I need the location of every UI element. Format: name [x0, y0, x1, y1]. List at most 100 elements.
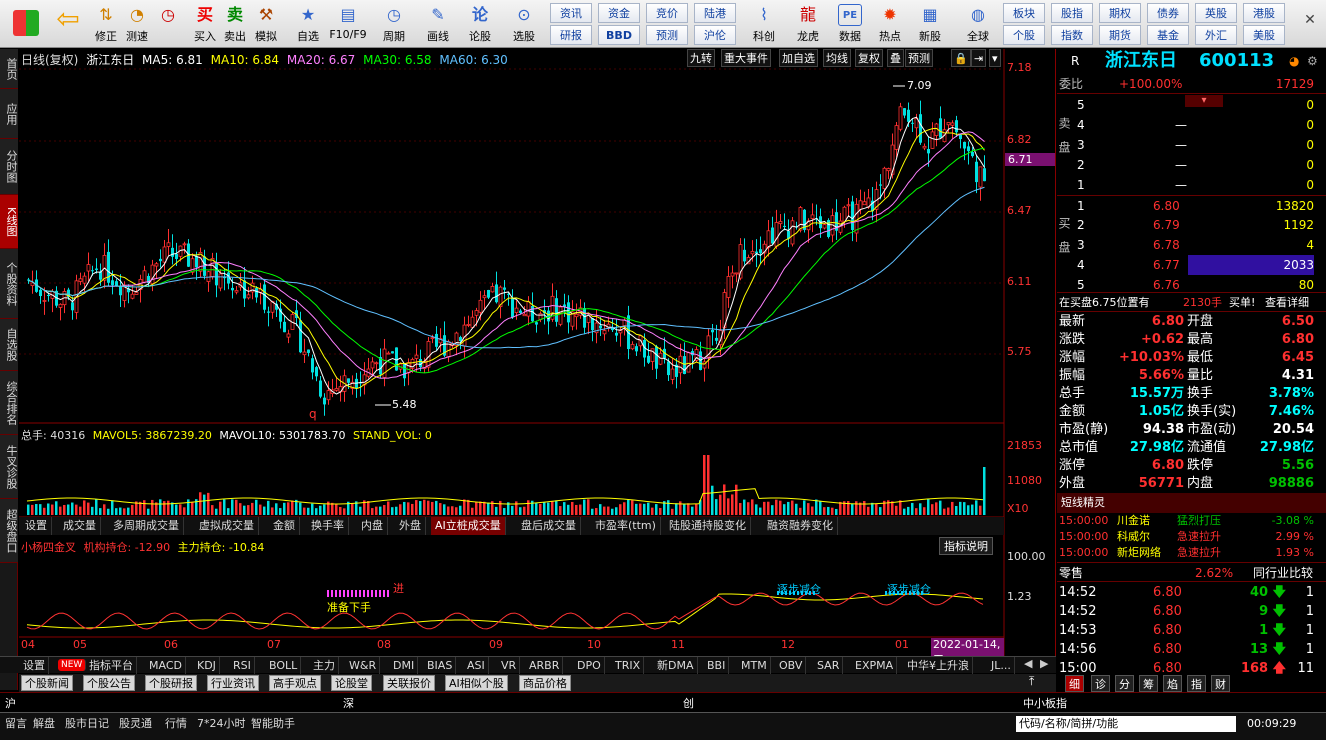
- ind-platform[interactable]: 指标平台: [86, 657, 137, 674]
- news-report[interactable]: 个股研报: [145, 675, 197, 691]
- tab-apps[interactable]: 应用: [0, 89, 18, 139]
- ind-vr[interactable]: VR: [498, 657, 521, 674]
- tab-super-book[interactable]: 超级盘口: [0, 499, 18, 563]
- qtab-detail[interactable]: 细: [1065, 675, 1084, 692]
- elf-row[interactable]: 15:00:00 川金诺 猛烈打压 -3.08 %: [1057, 513, 1326, 529]
- settings-gear-icon[interactable]: ⚙: [1307, 49, 1318, 73]
- news-commodity[interactable]: 商品价格: [519, 675, 571, 691]
- tb-yanbao[interactable]: 研报: [550, 25, 592, 45]
- global-button[interactable]: ◍ 全球: [958, 2, 998, 46]
- tb-yinggu[interactable]: 英股: [1195, 3, 1237, 23]
- tb-zhaiquan[interactable]: 债券: [1147, 3, 1189, 23]
- vtab-volume[interactable]: 成交量: [59, 517, 101, 535]
- sb-market[interactable]: 行情: [162, 716, 190, 732]
- news-expert[interactable]: 高手观点: [269, 675, 321, 691]
- tb-jijin[interactable]: 基金: [1147, 25, 1189, 45]
- tb-qiquan[interactable]: 期权: [1099, 3, 1141, 23]
- tb-bankuai[interactable]: 板块: [1003, 3, 1045, 23]
- simulate-button[interactable]: ⚒ 模拟: [250, 2, 282, 46]
- sell-row[interactable]: 4 — 0: [1057, 115, 1326, 135]
- tb-qihuo[interactable]: 期货: [1099, 25, 1141, 45]
- ind-jl[interactable]: JL...: [988, 657, 1015, 674]
- hot-button[interactable]: ✹ 热点: [872, 2, 908, 46]
- tab-kline[interactable]: K线图: [0, 195, 18, 249]
- news-forum[interactable]: 论股堂: [331, 675, 372, 691]
- sell-row[interactable]: 3 — 0: [1057, 135, 1326, 155]
- back-button[interactable]: ⇦: [50, 2, 86, 46]
- ind-dpo[interactable]: DPO: [574, 657, 605, 674]
- ind-bias[interactable]: BIAS: [424, 657, 457, 674]
- tab-home[interactable]: 首页: [0, 49, 18, 89]
- ind-trix[interactable]: TRIX: [612, 657, 645, 674]
- sell-row[interactable]: 1 — 0: [1057, 175, 1326, 195]
- vtab-virtual[interactable]: 虚拟成交量: [195, 517, 259, 535]
- tb-meigu[interactable]: 美股: [1243, 25, 1285, 45]
- sb-jiepan[interactable]: 解盘: [30, 716, 58, 732]
- ind-bbi[interactable]: BBI: [704, 657, 730, 674]
- window-close-icon[interactable]: ✕: [1300, 12, 1320, 32]
- color-wheel-icon[interactable]: ◕: [1289, 49, 1299, 73]
- sell-button[interactable]: 卖卖出: [220, 2, 250, 46]
- toolbar-btn-2[interactable]: ⇅ 修正: [90, 2, 122, 46]
- news-stock[interactable]: 个股新闻: [21, 675, 73, 691]
- sb-247[interactable]: 7*24小时: [194, 716, 249, 732]
- ind-wr[interactable]: W&R: [346, 657, 381, 674]
- sell-row[interactable]: 2 — 0: [1057, 155, 1326, 175]
- tb-yuce[interactable]: 预测: [646, 25, 688, 45]
- compare-industry-button[interactable]: 同行业比较: [1253, 563, 1313, 583]
- elf-row[interactable]: 15:00:00 新炬网络 急速拉升 1.93 %: [1057, 545, 1326, 561]
- period-button[interactable]: ◷ 周期: [374, 2, 414, 46]
- watchlist-button[interactable]: ★ 自选: [290, 2, 326, 46]
- vtab-ai[interactable]: AI立桩成交量: [431, 517, 506, 535]
- ind-asi[interactable]: ASI: [464, 657, 489, 674]
- tb-jingjia[interactable]: 竞价: [646, 3, 688, 23]
- ind-settings[interactable]: 设置: [20, 657, 49, 674]
- news-ai-similar[interactable]: AI相似个股: [445, 675, 508, 691]
- ind-zhonghua[interactable]: 中华¥上升浪: [904, 657, 973, 674]
- vtab-amount[interactable]: 金额: [269, 517, 300, 535]
- tb-gegu[interactable]: 个股: [1003, 25, 1045, 45]
- scroll-left-icon[interactable]: ◀: [1024, 657, 1032, 670]
- pin-icon[interactable]: ⤒: [1029, 674, 1034, 689]
- tb-zijin[interactable]: 资金: [598, 3, 640, 23]
- qtab-chip[interactable]: 筹: [1139, 675, 1158, 692]
- toolbar-btn-3[interactable]: ◔ 测速: [122, 2, 152, 46]
- sb-assistant[interactable]: 智能助手: [248, 716, 298, 732]
- vtab-hk-hold[interactable]: 陆股通持股变化: [665, 517, 751, 535]
- vtab-inner[interactable]: 内盘: [357, 517, 388, 535]
- tab-watchlist[interactable]: 自选股: [0, 319, 18, 371]
- kechuang-button[interactable]: ⌇ 科创: [744, 2, 784, 46]
- ind-expma[interactable]: EXPMA: [852, 657, 898, 674]
- tab-stock-info[interactable]: 个股资料: [0, 249, 18, 319]
- tb-lugang[interactable]: 陆港: [694, 3, 736, 23]
- new-stock-button[interactable]: ▦ 新股: [912, 2, 948, 46]
- vtab-margin[interactable]: 融资融券变化: [763, 517, 838, 535]
- data-button[interactable]: PE 数据: [830, 2, 870, 46]
- ind-macd[interactable]: MACD: [146, 657, 186, 674]
- vtab-pe[interactable]: 市盈率(ttm): [591, 517, 661, 535]
- tb-ganggu[interactable]: 港股: [1243, 3, 1285, 23]
- ind-boll[interactable]: BOLL: [266, 657, 302, 674]
- tb-guzhi[interactable]: 股指: [1051, 3, 1093, 23]
- ind-obv[interactable]: OBV: [776, 657, 807, 674]
- status-sz[interactable]: 深: [340, 696, 357, 712]
- elf-row[interactable]: 15:00:00 科威尔 急速拉升 2.99 %: [1057, 529, 1326, 545]
- search-input[interactable]: 代码/名称/简拼/功能: [1016, 716, 1236, 732]
- qtab-fen[interactable]: 分: [1115, 675, 1134, 692]
- vtab-settings[interactable]: 设置: [21, 517, 52, 535]
- qtab-flame[interactable]: 焰: [1163, 675, 1182, 692]
- ind-mtm[interactable]: MTM: [738, 657, 771, 674]
- qtab-index[interactable]: 指: [1187, 675, 1206, 692]
- vtab-multi-period[interactable]: 多周期成交量: [109, 517, 184, 535]
- view-detail-link[interactable]: 查看详细: [1265, 293, 1309, 313]
- ind-dmi[interactable]: DMI: [390, 657, 419, 674]
- sb-gulingtong[interactable]: 股灵通: [116, 716, 155, 732]
- vtab-outer[interactable]: 外盘: [395, 517, 426, 535]
- toolbar-btn-4[interactable]: ◷测速: [152, 2, 184, 46]
- ind-zhuli[interactable]: 主力: [310, 657, 339, 674]
- sell-row[interactable]: 50: [1057, 95, 1326, 115]
- tab-ranking[interactable]: 综合排名: [0, 371, 18, 435]
- discuss-button[interactable]: 论论股: [462, 2, 498, 46]
- tb-hulun[interactable]: 沪伦: [694, 25, 736, 45]
- pick-stock-button[interactable]: ⊙ 选股: [504, 2, 544, 46]
